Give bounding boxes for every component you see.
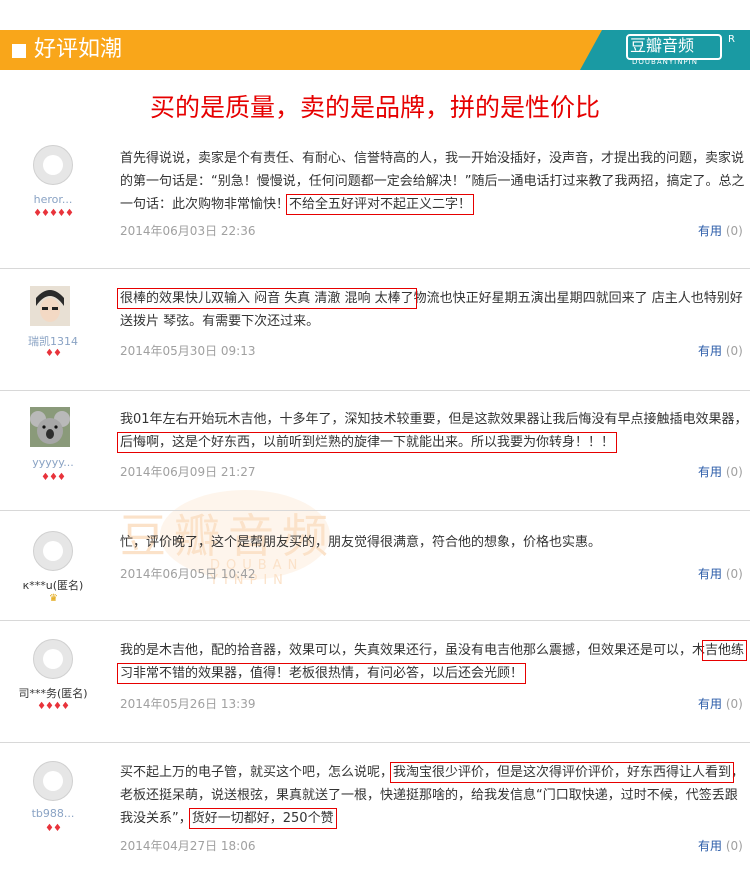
useful-count: (0): [725, 344, 743, 358]
rating-hearts: ♦♦: [45, 348, 62, 359]
brand-name: 豆瓣音频: [630, 36, 695, 55]
useful-button[interactable]: 有用 (0): [698, 463, 743, 480]
useful-label[interactable]: 有用: [698, 344, 722, 358]
review-text: 很棒的效果快儿双输入 闷音 失真 清澈 混响 太棒了物流也快正好星期五演出星期四…: [117, 287, 748, 333]
useful-label[interactable]: 有用: [698, 567, 722, 581]
rating-hearts: ♦♦: [45, 823, 62, 834]
review-item: yyyyy... ♦♦♦ 我01年左右开始玩木吉他，十多年了，深知技术较重要，但…: [0, 390, 750, 511]
rating-hearts: ♦♦♦♦: [37, 701, 70, 712]
rating-hearts: ♦♦♦: [41, 472, 66, 483]
username[interactable]: tb988...: [10, 807, 96, 820]
review-item: heror... ♦♦♦♦♦ 首先得说说，卖家是个有责任、有耐心、信誉特高的人，…: [0, 130, 750, 269]
useful-button[interactable]: 有用 (0): [698, 222, 743, 239]
avatar: [33, 761, 73, 801]
crown-rating-icon: ♛: [49, 593, 58, 604]
koala-photo-avatar: [30, 407, 70, 447]
review-item: 司***务(匿名) ♦♦♦♦ 我的是木吉他，配的拾音器，效果可以，失真效果还行，…: [0, 620, 750, 743]
username[interactable]: yyyyy...: [10, 456, 96, 469]
username[interactable]: 司***务(匿名): [10, 685, 96, 701]
review-item: 瑞凯1314 ♦♦ 很棒的效果快儿双输入 闷音 失真 清澈 混响 太棒了物流也快…: [0, 268, 750, 391]
avatar-face-icon: [43, 771, 63, 791]
useful-label[interactable]: 有用: [698, 224, 722, 238]
username[interactable]: к***u(匿名): [10, 577, 96, 593]
review-date: 2014年04月27日 18:06: [120, 839, 256, 853]
useful-count: (0): [725, 224, 743, 238]
useful-button[interactable]: 有用 (0): [698, 342, 743, 359]
rating-hearts: ♦♦♦♦♦: [33, 208, 74, 219]
avatar: [33, 639, 73, 679]
review-date: 2014年05月30日 09:13: [120, 344, 256, 358]
review-text-main: 我01年左右开始玩木吉他，十多年了，深知技术较重要，但是这款效果器让我后悔没有早…: [120, 412, 748, 427]
avatar: [33, 531, 73, 571]
review-text-main: 忙，评价晚了，这个是帮朋友买的，朋友觉得很满意，符合他的想象，价格也实惠。: [120, 535, 602, 550]
useful-label[interactable]: 有用: [698, 839, 722, 853]
useful-count: (0): [725, 839, 743, 853]
username[interactable]: 瑞凯1314: [10, 333, 96, 349]
review-highlight: 我淘宝很少评价，但是这次得评价评价，好东西得让人看到: [390, 762, 735, 783]
useful-label[interactable]: 有用: [698, 697, 722, 711]
review-text-main: 买不起上万的电子管，就买这个吧，怎么说呢，: [120, 765, 394, 780]
useful-count: (0): [725, 567, 743, 581]
useful-count: (0): [725, 697, 743, 711]
review-date: 2014年05月26日 13:39: [120, 697, 256, 711]
useful-button[interactable]: 有用 (0): [698, 837, 743, 854]
review-highlight: 很棒的效果快儿双输入 闷音 失真 清澈 混响 太棒了: [117, 288, 417, 309]
review-text-main: 我的是木吉他，配的拾音器，效果可以，失真效果还行，虽没有电吉他那么震撼，但效果还…: [120, 643, 706, 658]
header-square-icon: [12, 44, 26, 58]
useful-label[interactable]: 有用: [698, 465, 722, 479]
useful-button[interactable]: 有用 (0): [698, 695, 743, 712]
useful-button[interactable]: 有用 (0): [698, 565, 743, 582]
avatar-face-icon: [43, 541, 63, 561]
review-text: 首先得说说，卖家是个有责任、有耐心、信誉特高的人，我一开始没插好，没声音，才提出…: [120, 147, 748, 216]
avatar: [33, 145, 73, 185]
review-text: 我01年左右开始玩木吉他，十多年了，深知技术较重要，但是这款效果器让我后悔没有早…: [116, 408, 748, 454]
brand-pinyin: DOUBANYINPIN: [632, 58, 698, 66]
useful-count: (0): [725, 465, 743, 479]
avatar-face-icon: [43, 649, 63, 669]
review-item: tb988... ♦♦ 买不起上万的电子管，就买这个吧，怎么说呢，我淘宝很少评价…: [0, 742, 750, 870]
review-highlight: 货好一切都好，250个赞: [188, 808, 337, 829]
page-header: 好评如潮 豆瓣音频 DOUBANYINPIN R: [0, 0, 750, 70]
slogan: 买的是质量，卖的是品牌，拼的是性价比: [149, 93, 600, 122]
username[interactable]: heror...: [10, 193, 96, 206]
registered-mark: R: [728, 34, 735, 45]
user-photo-avatar: [30, 286, 70, 326]
review-date: 2014年06月09日 21:27: [120, 465, 256, 479]
review-date: 2014年06月05日 10:42: [120, 567, 256, 581]
review-text: 忙，评价晚了，这个是帮朋友买的，朋友觉得很满意，符合他的想象，价格也实惠。: [120, 531, 748, 554]
review-text: 买不起上万的电子管，就买这个吧，怎么说呢，我淘宝很少评价，但是这次得评价评价，好…: [120, 761, 748, 830]
header-title: 好评如潮: [34, 37, 123, 62]
review-highlight: 后悔啊，这是个好东西，以前听到烂熟的旋律一下就能出来。所以我要为你转身！！！: [116, 432, 618, 453]
review-text: 我的是木吉他，配的拾音器，效果可以，失真效果还行，虽没有电吉他那么震撼，但效果还…: [116, 639, 748, 685]
review-date: 2014年06月03日 22:36: [120, 224, 256, 238]
review-highlight: 不给全五好评对不起正义二字！: [286, 194, 475, 215]
brand-logo: 豆瓣音频 DOUBANYINPIN R: [580, 30, 750, 70]
avatar-face-icon: [43, 155, 63, 175]
review-item: к***u(匿名) ♛ 忙，评价晚了，这个是帮朋友买的，朋友觉得很满意，符合他的…: [0, 510, 750, 621]
